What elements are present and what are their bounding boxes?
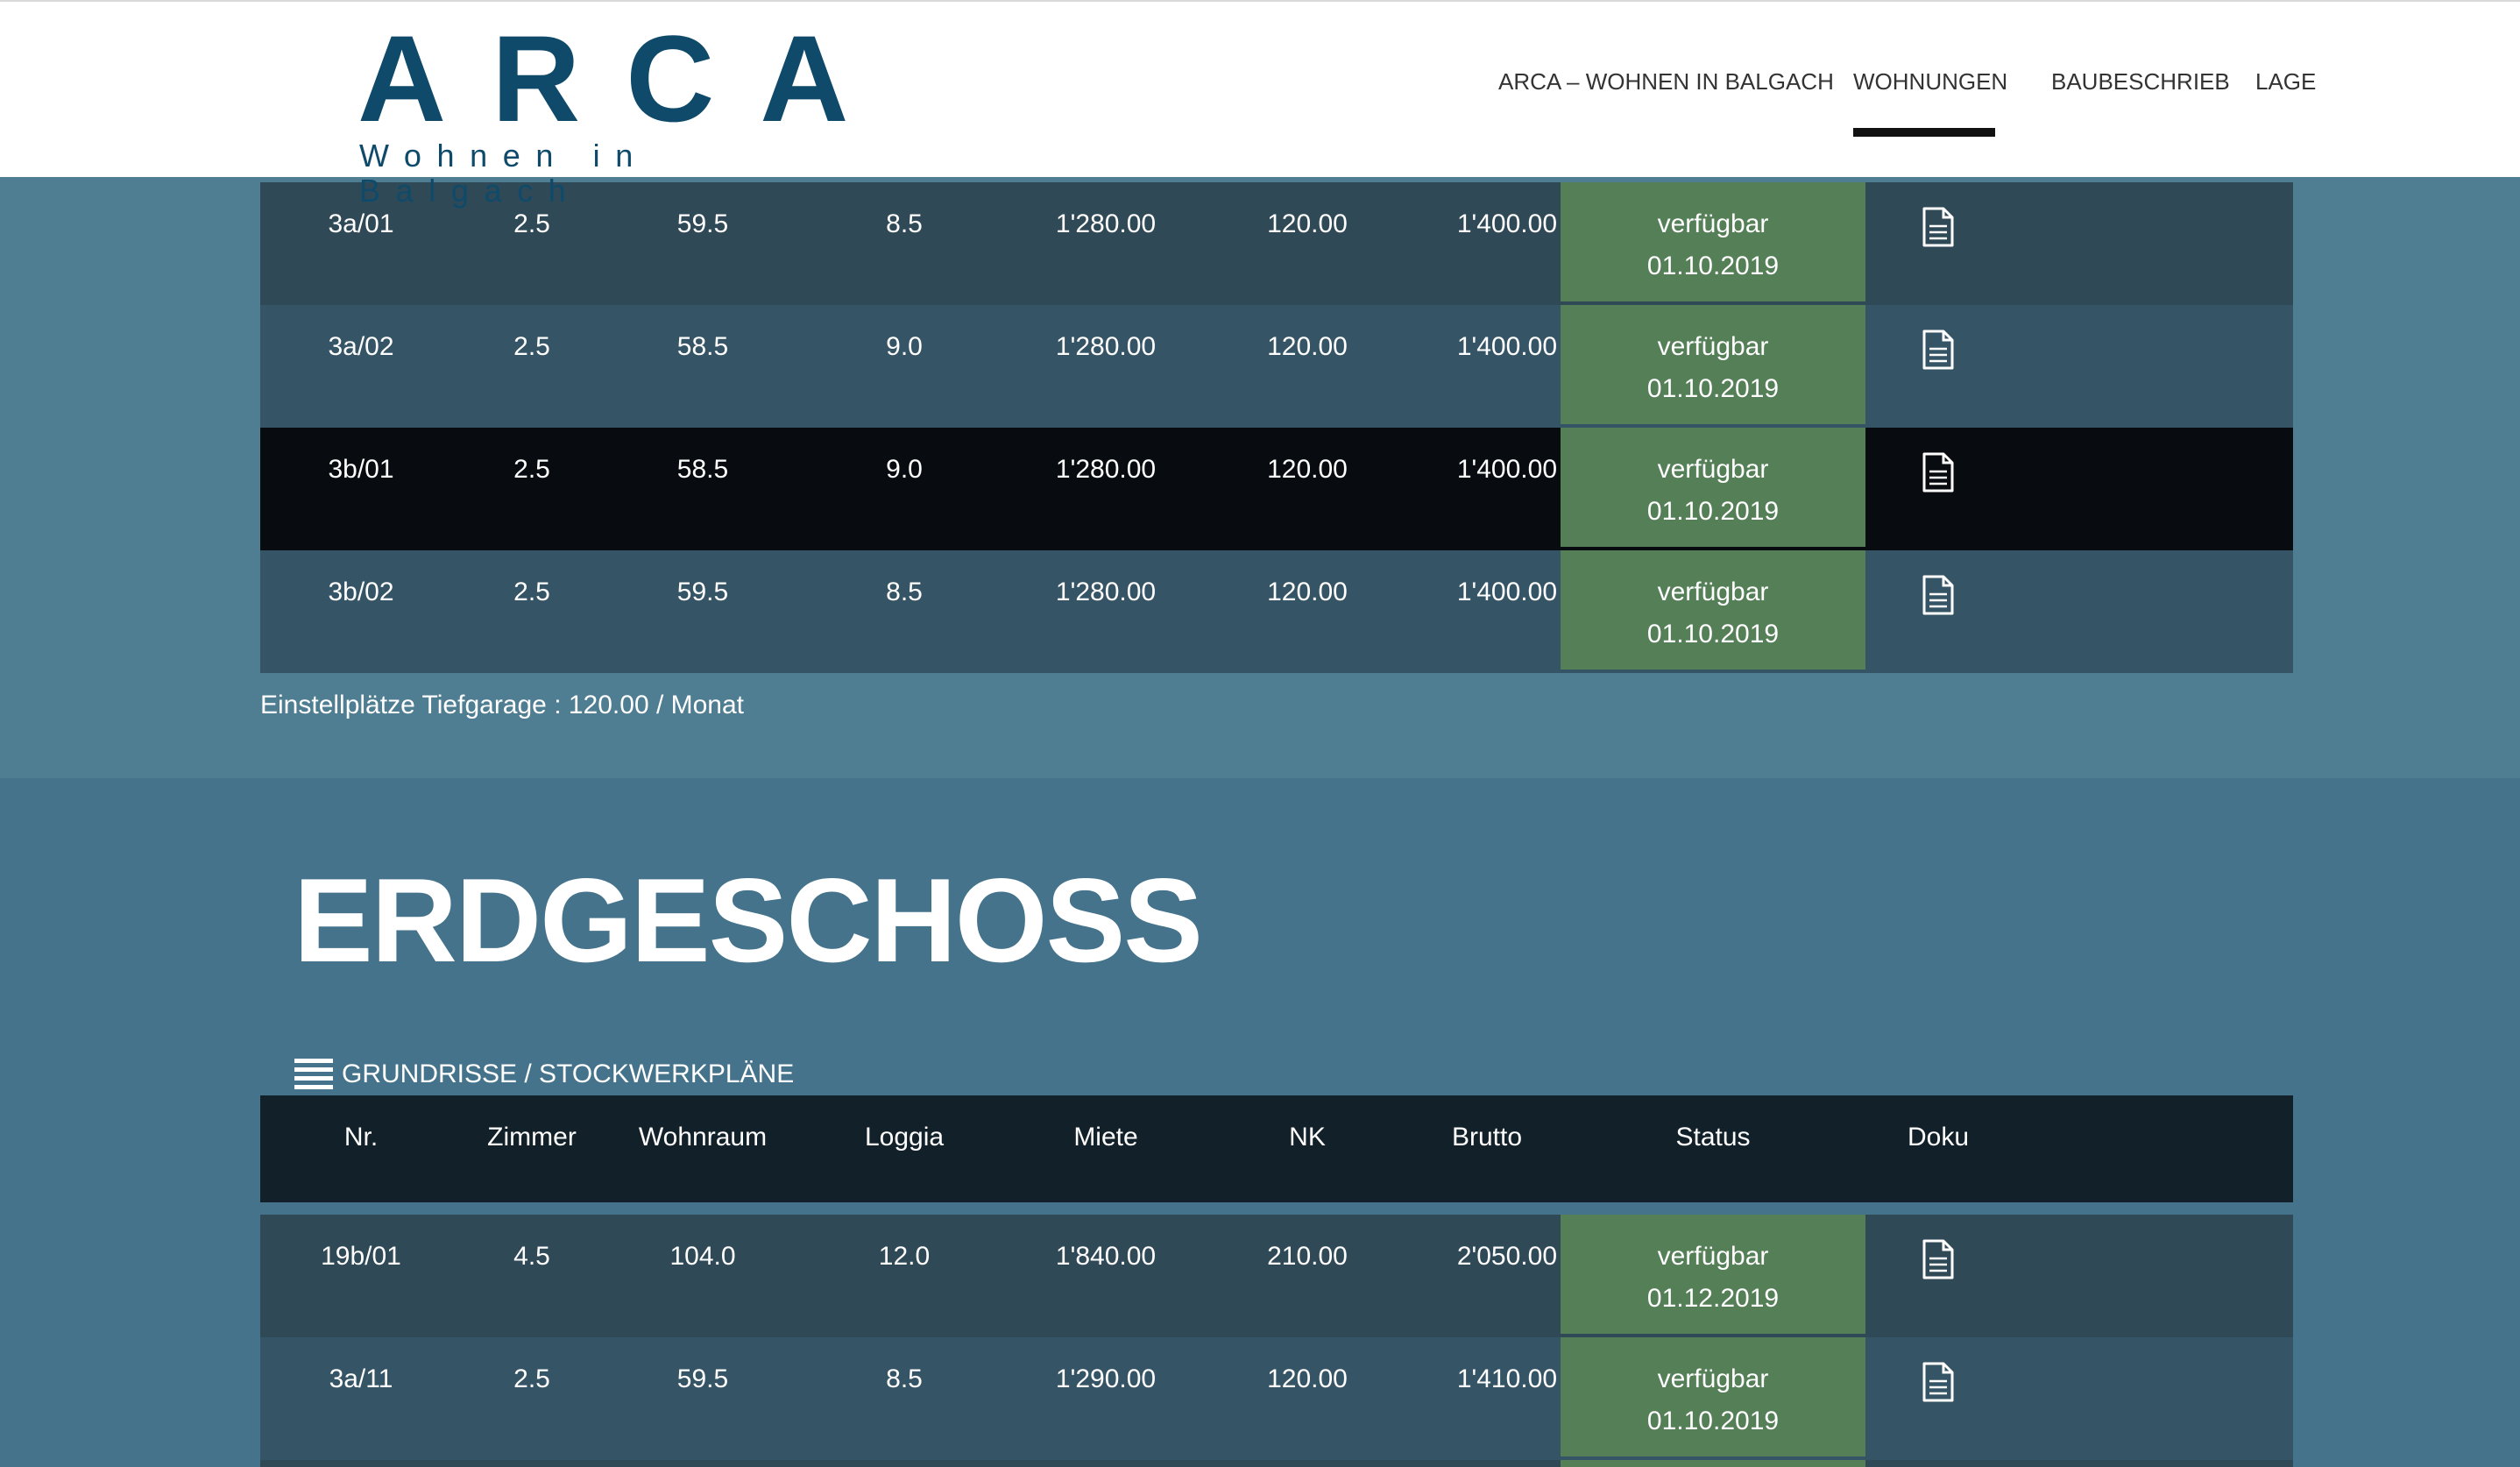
status-label: verfügbar bbox=[1657, 209, 1769, 238]
cell-zimmer: 2.5 bbox=[513, 578, 550, 606]
status-date: 01.10.2019 bbox=[1646, 497, 1780, 526]
header-brutto: Brutto bbox=[1451, 1123, 1523, 1152]
nav-item-wohnungen[interactable]: WOHNUNGEN bbox=[1853, 63, 2007, 100]
status-badge: verfügbar 01.10.2019 bbox=[1561, 305, 1865, 424]
table-row[interactable]: 3a/11 2.5 59.5 8.5 1'290.00 120.00 1'410… bbox=[260, 1337, 2293, 1460]
cell-loggia: 8.5 bbox=[886, 1364, 923, 1393]
status-date: 01.10.2019 bbox=[1646, 1407, 1780, 1435]
status-date: 01.10.2019 bbox=[1646, 620, 1780, 648]
floor-plans-label: GRUNDRISSE / STOCKWERKPLÄNE bbox=[342, 1060, 795, 1088]
status-date: 01.10.2019 bbox=[1646, 252, 1780, 280]
status-badge: verfügbar 01.10.2019 bbox=[1561, 182, 1865, 301]
cell-zimmer: 2.5 bbox=[513, 455, 550, 484]
cell-nr: 3b/02 bbox=[328, 578, 394, 606]
section-title: ERDGESCHOSS bbox=[294, 854, 1203, 987]
cell-zimmer: 4.5 bbox=[513, 1242, 550, 1271]
header-loggia: Loggia bbox=[864, 1123, 945, 1152]
status-label: verfügbar bbox=[1657, 1242, 1769, 1271]
cell-nk: 120.00 bbox=[1267, 578, 1348, 606]
cell-nk: 120.00 bbox=[1267, 1364, 1348, 1393]
site-header: ARCA Wohnen in Balgach ARCA – WOHNEN IN … bbox=[0, 0, 2520, 209]
main-nav: ARCA – WOHNEN IN BALGACH WOHNUNGEN BAUBE… bbox=[0, 2, 2520, 177]
cell-zimmer: 2.5 bbox=[513, 332, 550, 361]
cell-nr: 3a/02 bbox=[328, 332, 394, 361]
document-icon[interactable] bbox=[1921, 330, 1956, 370]
document-icon[interactable] bbox=[1921, 207, 1956, 247]
header-nk: NK bbox=[1289, 1123, 1326, 1152]
cell-brutto: 1'400.00 bbox=[1456, 209, 1557, 238]
cell-nr: 3b/01 bbox=[328, 455, 394, 484]
status-date: 01.12.2019 bbox=[1646, 1284, 1780, 1313]
status-badge: verfügbar 01.12.2019 bbox=[1561, 1215, 1865, 1334]
cell-zimmer: 2.5 bbox=[513, 1364, 550, 1393]
nav-item-arca[interactable]: ARCA – WOHNEN IN BALGACH bbox=[1498, 63, 1834, 100]
cell-nr: 3a/11 bbox=[329, 1364, 393, 1393]
cell-brutto: 1'400.00 bbox=[1456, 455, 1557, 484]
status-badge bbox=[1561, 1460, 1865, 1467]
cell-zimmer: 2.5 bbox=[513, 209, 550, 238]
cell-nk: 120.00 bbox=[1267, 209, 1348, 238]
status-badge: verfügbar 01.10.2019 bbox=[1561, 1337, 1865, 1456]
cell-miete: 1'280.00 bbox=[1055, 578, 1157, 606]
document-icon[interactable] bbox=[1921, 1239, 1956, 1279]
cell-wohnraum: 59.5 bbox=[676, 578, 729, 606]
cell-nk: 210.00 bbox=[1267, 1242, 1348, 1271]
document-icon[interactable] bbox=[1921, 452, 1956, 493]
cell-loggia: 9.0 bbox=[886, 332, 923, 361]
status-badge: verfügbar 01.10.2019 bbox=[1561, 428, 1865, 547]
header-zimmer: Zimmer bbox=[487, 1123, 577, 1152]
cell-wohnraum: 104.0 bbox=[669, 1242, 736, 1271]
table-row[interactable]: 19b/01 4.5 104.0 12.0 1'840.00 210.00 2'… bbox=[260, 1215, 2293, 1337]
header-status: Status bbox=[1675, 1123, 1751, 1152]
cell-loggia: 8.5 bbox=[886, 578, 923, 606]
status-date: 01.10.2019 bbox=[1646, 374, 1780, 403]
cell-miete: 1'280.00 bbox=[1055, 209, 1157, 238]
status-label: verfügbar bbox=[1657, 332, 1769, 361]
status-label: verfügbar bbox=[1657, 578, 1769, 606]
status-label: verfügbar bbox=[1657, 1364, 1769, 1393]
status-badge: verfügbar 01.10.2019 bbox=[1561, 550, 1865, 670]
header-miete: Miete bbox=[1073, 1123, 1138, 1152]
cell-nk: 120.00 bbox=[1267, 332, 1348, 361]
cell-nr: 3a/01 bbox=[328, 209, 394, 238]
cell-nk: 120.00 bbox=[1267, 455, 1348, 484]
cell-loggia: 8.5 bbox=[886, 209, 923, 238]
cell-brutto: 2'050.00 bbox=[1456, 1242, 1557, 1271]
cell-miete: 1'280.00 bbox=[1055, 332, 1157, 361]
header-doku: Doku bbox=[1907, 1123, 1970, 1152]
document-icon[interactable] bbox=[1921, 575, 1956, 615]
floor-plans-link[interactable]: GRUNDRISSE / STOCKWERKPLÄNE bbox=[294, 1057, 794, 1092]
nav-item-baubeschrieb[interactable]: BAUBESCHRIEB bbox=[2051, 63, 2230, 100]
status-label: verfügbar bbox=[1657, 455, 1769, 484]
nav-item-lage[interactable]: LAGE bbox=[2255, 63, 2316, 100]
table-row-partial[interactable] bbox=[260, 1460, 2293, 1467]
table-row-hovered[interactable]: 3b/01 2.5 58.5 9.0 1'280.00 120.00 1'400… bbox=[260, 428, 2293, 550]
header-wohnraum: Wohnraum bbox=[638, 1123, 768, 1152]
cell-brutto: 1'400.00 bbox=[1456, 578, 1557, 606]
cell-wohnraum: 58.5 bbox=[676, 455, 729, 484]
table-row[interactable]: 3b/02 2.5 59.5 8.5 1'280.00 120.00 1'400… bbox=[260, 550, 2293, 673]
nav-active-indicator bbox=[1853, 128, 1995, 137]
cell-wohnraum: 58.5 bbox=[676, 332, 729, 361]
document-icon[interactable] bbox=[1921, 1362, 1956, 1402]
cell-brutto: 1'410.00 bbox=[1456, 1364, 1557, 1393]
cell-wohnraum: 59.5 bbox=[676, 1364, 729, 1393]
cell-miete: 1'290.00 bbox=[1055, 1364, 1157, 1393]
cell-miete: 1'280.00 bbox=[1055, 455, 1157, 484]
cell-loggia: 9.0 bbox=[886, 455, 923, 484]
cell-miete: 1'840.00 bbox=[1055, 1242, 1157, 1271]
cell-brutto: 1'400.00 bbox=[1456, 332, 1557, 361]
garage-note: Einstellplätze Tiefgarage : 120.00 / Mon… bbox=[260, 691, 745, 719]
header-nr: Nr. bbox=[343, 1123, 379, 1152]
table-row[interactable]: 3a/02 2.5 58.5 9.0 1'280.00 120.00 1'400… bbox=[260, 305, 2293, 428]
cell-nr: 19b/01 bbox=[321, 1242, 401, 1271]
cell-wohnraum: 59.5 bbox=[676, 209, 729, 238]
cell-loggia: 12.0 bbox=[878, 1242, 931, 1271]
table-header: Nr. Zimmer Wohnraum Loggia Miete NK Brut… bbox=[260, 1095, 2293, 1202]
list-icon bbox=[294, 1059, 333, 1089]
